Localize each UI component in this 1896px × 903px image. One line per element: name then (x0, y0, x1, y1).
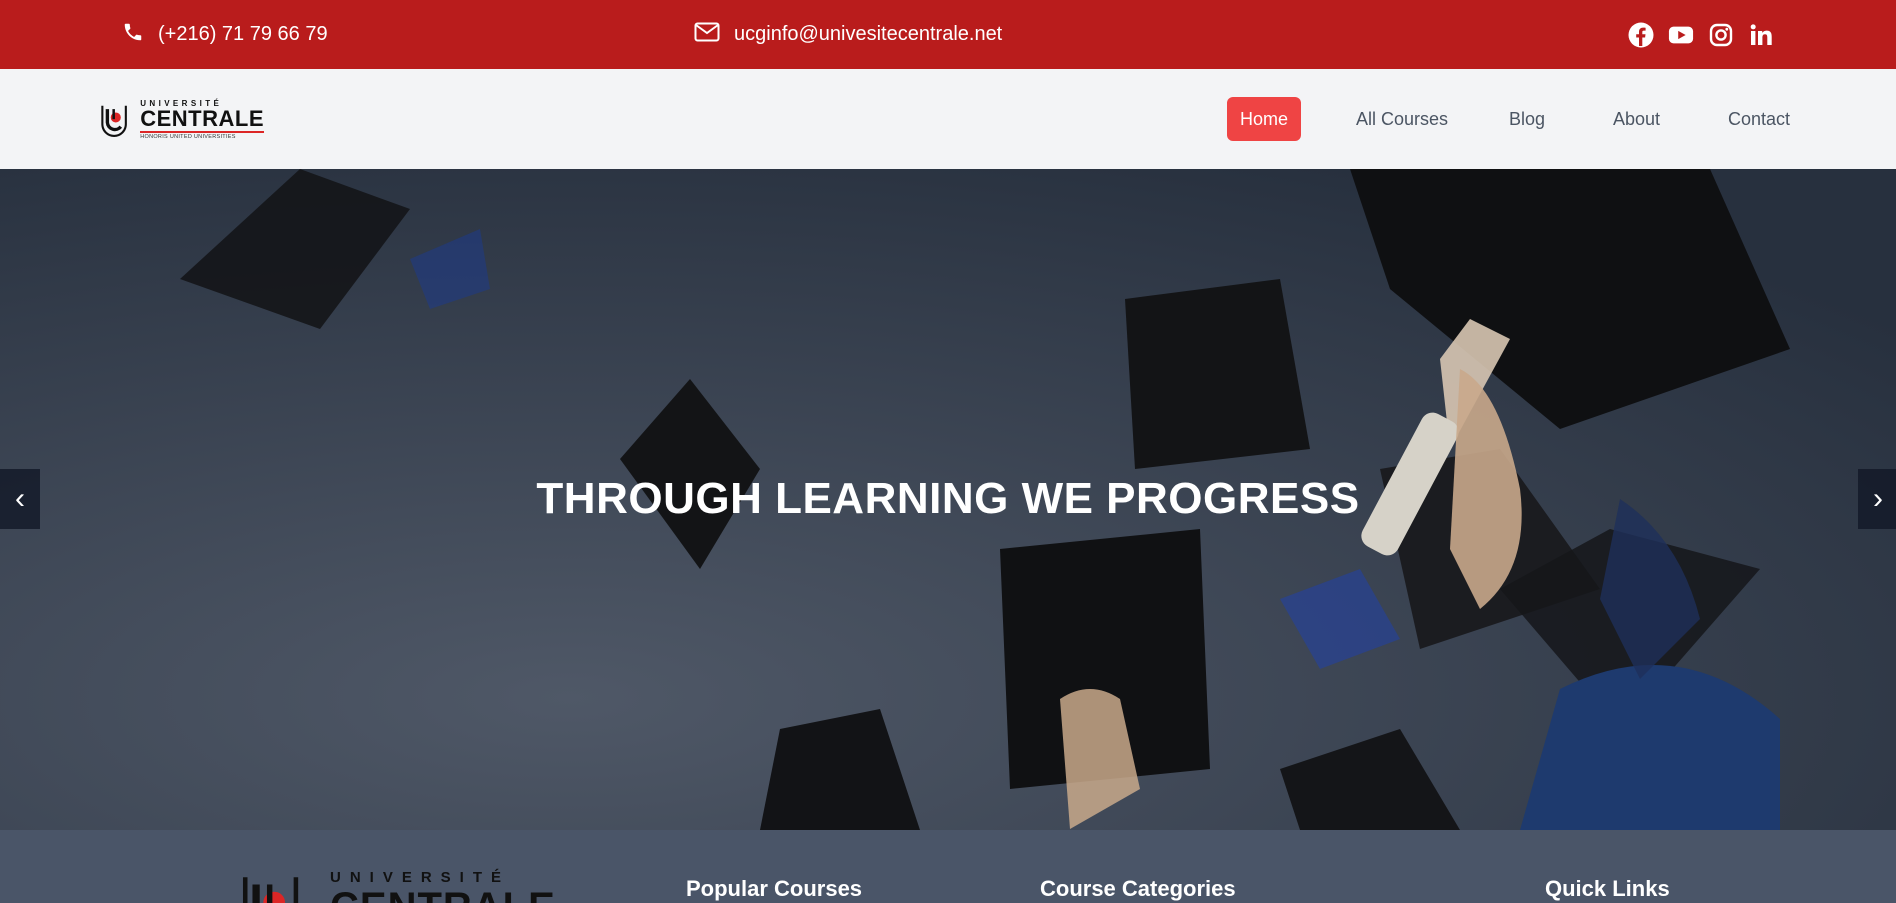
university-logo-mark (101, 105, 127, 137)
email-contact[interactable]: ucginfo@univesitecentrale.net (694, 0, 1002, 69)
instagram-icon[interactable] (1708, 22, 1734, 48)
phone-number: (+216) 71 79 66 79 (158, 23, 328, 45)
logo-main-text: CENTRALE (140, 105, 264, 133)
chevron-right-icon: › (1873, 482, 1883, 515)
nav-all-courses[interactable]: All Courses (1356, 109, 1448, 130)
nav-contact[interactable]: Contact (1728, 109, 1790, 130)
site-logo[interactable]: UNIVERSITÉ CENTRALE HONORIS UNITED UNIVE… (99, 99, 264, 141)
nav-blog[interactable]: Blog (1509, 109, 1545, 130)
nav-about[interactable]: About (1613, 109, 1660, 130)
footer: UNIVERSITÉ CENTRALE Popular Courses Cour… (0, 830, 1896, 903)
slider-next-button[interactable]: › (1858, 469, 1896, 529)
university-logo-mark (242, 877, 299, 903)
footer-heading-quick-links: Quick Links (1545, 876, 1670, 901)
hero-slider: ‹ THROUGH LEARNING WE PROGRESS › (0, 169, 1896, 830)
nav-home[interactable]: Home (1227, 97, 1301, 141)
phone-icon (122, 21, 144, 49)
footer-heading-popular-courses: Popular Courses (686, 876, 863, 901)
youtube-icon[interactable] (1668, 22, 1694, 48)
mail-icon (694, 22, 720, 48)
hero-title: THROUGH LEARNING WE PROGRESS (536, 474, 1360, 523)
footer-logo-top: UNIVERSITÉ (330, 869, 511, 886)
phone-contact[interactable]: (+216) 71 79 66 79 (122, 0, 328, 69)
footer-logo[interactable]: UNIVERSITÉ CENTRALE (238, 870, 556, 903)
linkedin-icon[interactable] (1748, 22, 1774, 48)
social-links (1628, 0, 1774, 69)
footer-logo-main: CENTRALE (330, 887, 556, 903)
email-address: ucginfo@univesitecentrale.net (734, 23, 1003, 45)
facebook-icon[interactable] (1628, 22, 1654, 48)
logo-sub-text: HONORIS UNITED UNIVERSITIES (140, 133, 236, 140)
main-navbar: UNIVERSITÉ CENTRALE HONORIS UNITED UNIVE… (0, 69, 1896, 169)
top-bar: (+216) 71 79 66 79 ucginfo@univesitecent… (0, 0, 1896, 69)
footer-heading-course-categories: Course Categories (1040, 876, 1236, 901)
